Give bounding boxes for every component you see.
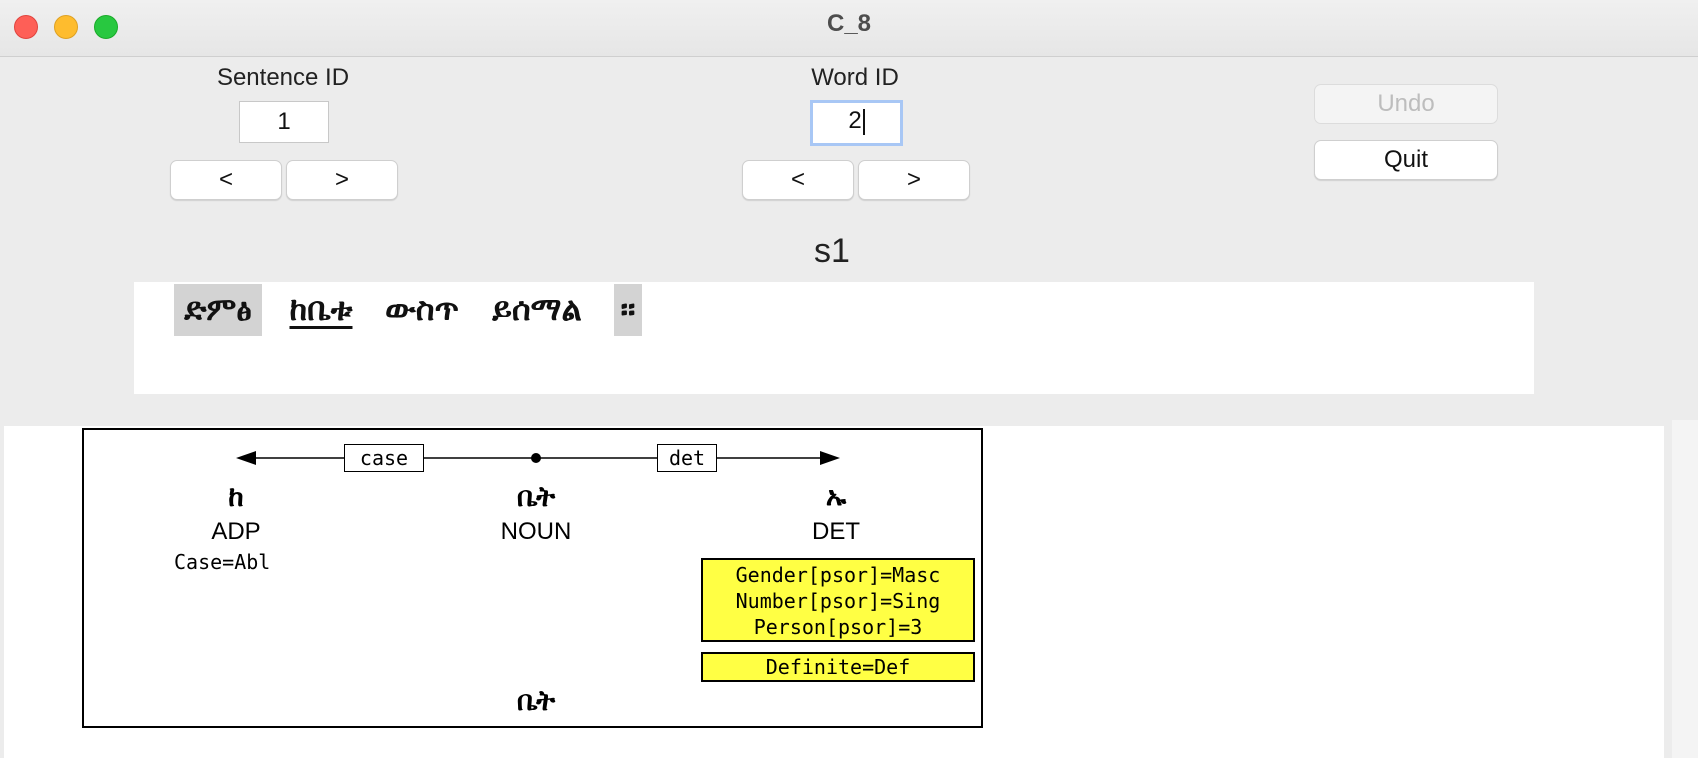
word-prev-button[interactable]: < — [742, 160, 854, 200]
sentence-next-button[interactable]: > — [286, 160, 398, 200]
arc-arrowhead-right — [820, 451, 840, 465]
feature-person-psor: Person[psor]=3 — [753, 615, 923, 639]
arc-label-det[interactable]: det — [657, 444, 717, 472]
node-upos-adp: ADP — [211, 518, 261, 545]
window-title: C_8 — [826, 10, 872, 37]
sentence-text-panel: ድምፅ ከቤቱ ውስጥ ይሰማል ። — [134, 282, 1534, 394]
dependency-tree-box: case det ከ ADP Case=Abl ቤት NOUN ኡ DET Ge… — [82, 428, 983, 728]
scrollbar-track[interactable] — [1672, 420, 1698, 758]
sentence-word-4[interactable]: ይሰማል — [480, 284, 594, 336]
node-form-noun[interactable]: ቤት — [436, 480, 636, 514]
word-id-value: 2 — [848, 107, 862, 134]
quit-button[interactable]: Quit — [1314, 140, 1498, 180]
title-bar: C_8 — [0, 0, 1698, 57]
sentence-word-2[interactable]: ከቤቱ — [278, 284, 364, 336]
node-feats-adp: Case=Abl — [174, 550, 271, 574]
tree-view-panel: case det ከ ADP Case=Abl ቤት NOUN ኡ DET Ge… — [4, 426, 1664, 758]
arc-arrowhead-left — [236, 451, 256, 465]
node-upos-noun: NOUN — [500, 518, 572, 545]
sentence-word-3[interactable]: ውስጥ — [376, 284, 468, 336]
sentence-id-label: Sentence ID — [216, 64, 350, 91]
sentence-word-5[interactable]: ። — [614, 284, 642, 336]
undo-button[interactable]: Undo — [1314, 84, 1498, 124]
word-next-button[interactable]: > — [858, 160, 970, 200]
sentence-word-1[interactable]: ድምፅ — [174, 284, 262, 336]
sentence-id-input[interactable]: 1 — [239, 101, 329, 143]
word-id-label: Word ID — [811, 64, 899, 91]
node-form-adp[interactable]: ከ — [136, 480, 336, 514]
node-upos-det: DET — [812, 518, 860, 545]
node-lemma-noun: ቤት — [516, 684, 556, 717]
sentence-id-heading: s1 — [814, 232, 850, 270]
head-node-dot — [531, 453, 541, 463]
feature-number-psor: Number[psor]=Sing — [735, 589, 941, 613]
node-feats-det-box[interactable]: Gender[psor]=Masc Number[psor]=Sing Pers… — [701, 558, 975, 642]
feature-definite-box[interactable]: Definite=Def — [701, 652, 975, 682]
node-form-det[interactable]: ኡ — [736, 480, 936, 514]
feature-gender-psor: Gender[psor]=Masc — [735, 563, 941, 587]
sentence-prev-button[interactable]: < — [170, 160, 282, 200]
text-caret — [862, 108, 865, 135]
word-id-input[interactable]: 2 — [810, 100, 903, 146]
arc-label-case[interactable]: case — [344, 444, 424, 472]
